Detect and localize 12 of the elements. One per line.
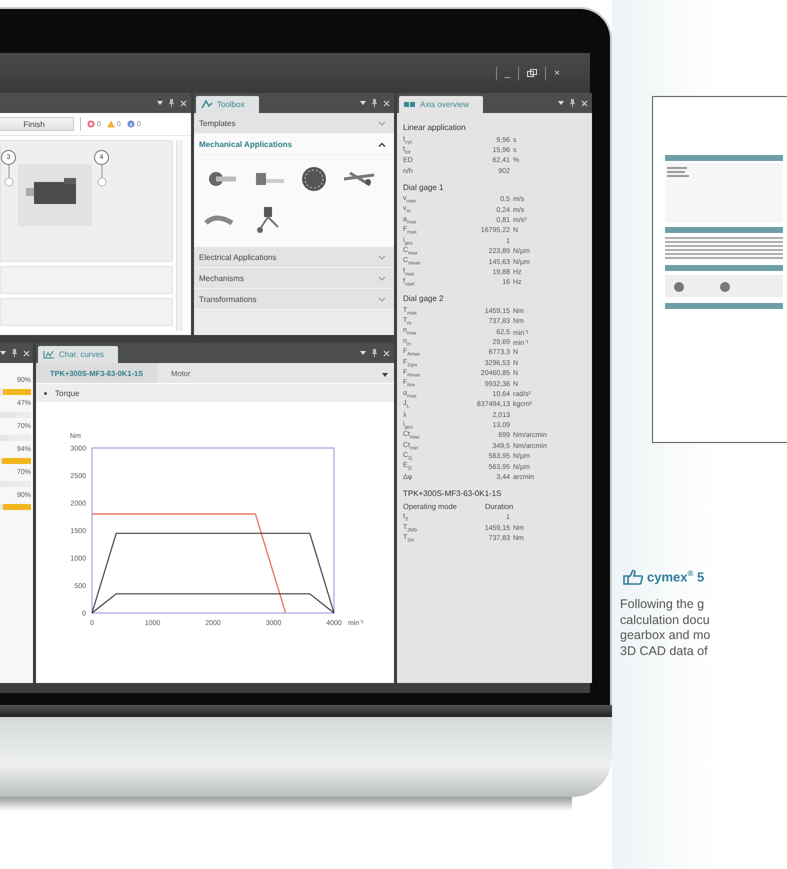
section-title: Mechanical Applications <box>199 140 292 148</box>
group-heading: TPK+300S-MF3-63-0K1-1S <box>403 488 502 498</box>
section-title: Transformations <box>199 294 256 304</box>
description-paragraph: Following the g calculation docu gearbox and mo 3D CAD data of <box>620 597 712 659</box>
section-title: Electrical Applications <box>199 252 276 262</box>
section-title: Templates <box>199 118 236 128</box>
section-title: Torque <box>55 388 80 398</box>
group-heading: Linear application <box>403 123 467 132</box>
section-title: Mechanisms <box>199 274 244 282</box>
product-heading: cymex$^{®}$ 5 <box>647 569 704 585</box>
group-heading: Dial gage 1 <box>403 182 444 192</box>
group-heading: Dial gage 2 <box>403 294 444 304</box>
